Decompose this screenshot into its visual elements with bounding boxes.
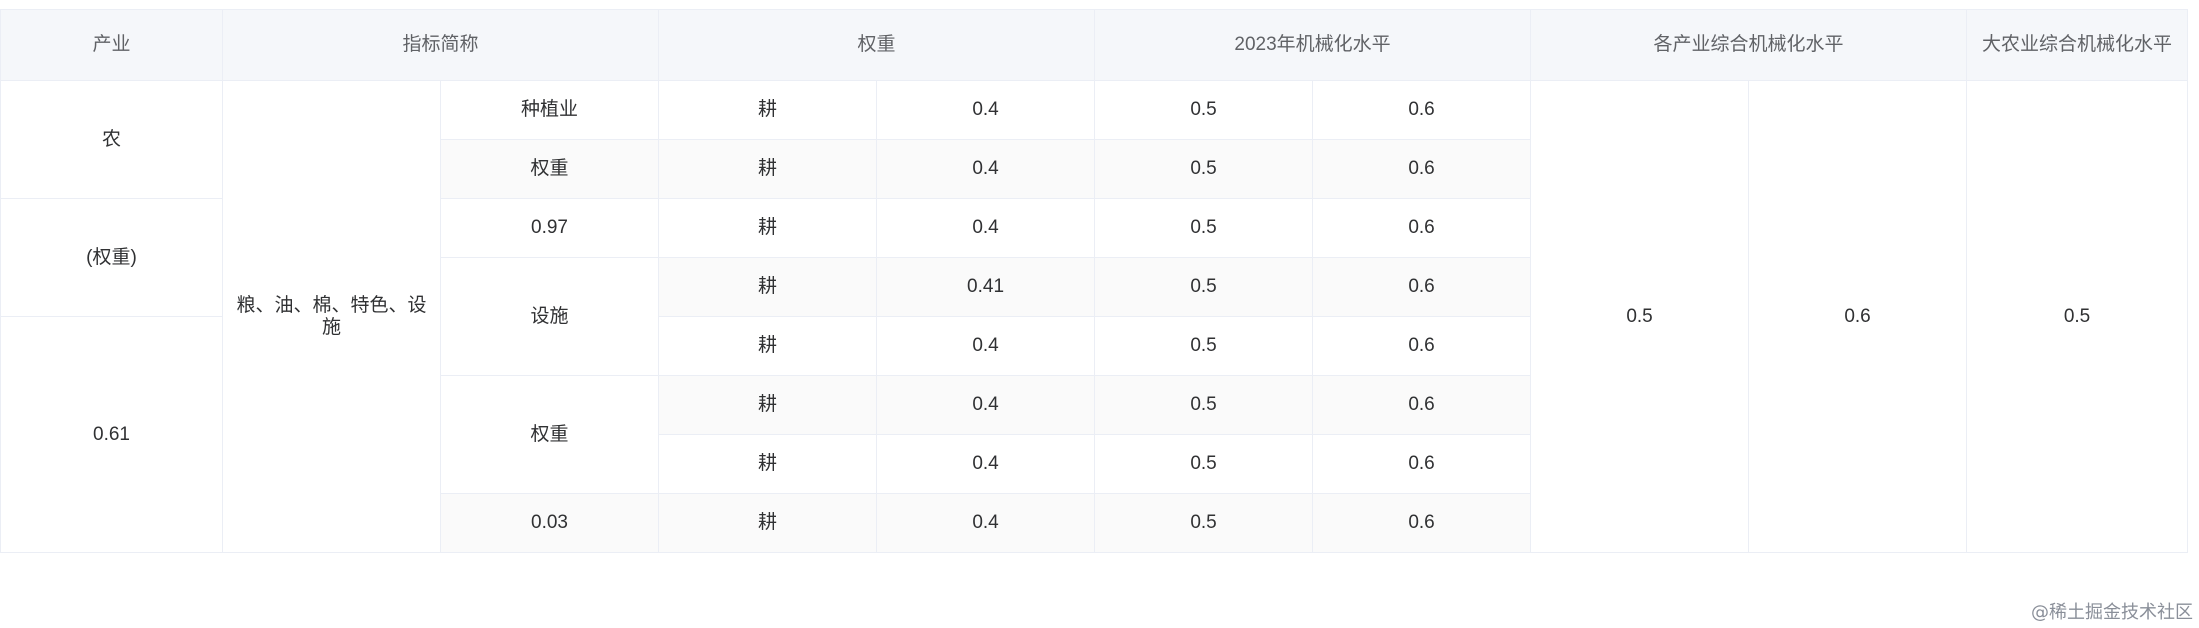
- header-agri-level: 大农业综合机械化水平: [1966, 9, 2189, 81]
- subindustry-cell: 权重: [439, 375, 660, 494]
- level-cell: 0.6: [1312, 139, 1532, 199]
- operation-cell: 耕: [658, 375, 878, 435]
- weight-cell: 0.4: [876, 434, 1096, 494]
- subindustry-cell: 种植业: [439, 80, 660, 140]
- level-cell: 0.5: [1094, 375, 1314, 435]
- operation-cell: 耕: [658, 198, 878, 258]
- level-cell: 0.6: [1312, 493, 1532, 553]
- level-cell: 0.6: [1312, 257, 1532, 317]
- industry-cell: 农: [0, 80, 223, 199]
- header-level-2023: 2023年机械化水平: [1094, 9, 1532, 81]
- subindustry-cell: 设施: [439, 257, 660, 376]
- level-cell: 0.5: [1094, 139, 1314, 199]
- subindustry-cell: 0.03: [439, 493, 660, 553]
- industry-level-cell: 0.6: [1748, 80, 1968, 553]
- subindustry-cell: 权重: [439, 139, 660, 199]
- table-row: 农 粮、油、棉、特色、设施 种植业 耕 0.4 0.5 0.6 0.5 0.6 …: [0, 80, 2189, 553]
- header-weight: 权重: [658, 9, 1096, 81]
- weight-cell: 0.4: [876, 375, 1096, 435]
- industry-cell: 0.61: [0, 316, 223, 553]
- level-cell: 0.6: [1312, 80, 1532, 140]
- weight-cell: 0.4: [876, 316, 1096, 376]
- operation-cell: 耕: [658, 493, 878, 553]
- level-cell: 0.5: [1094, 493, 1314, 553]
- weight-cell: 0.41: [876, 257, 1096, 317]
- operation-cell: 耕: [658, 139, 878, 199]
- level-cell: 0.6: [1312, 375, 1532, 435]
- level-cell: 0.5: [1094, 198, 1314, 258]
- weight-cell: 0.4: [876, 139, 1096, 199]
- level-cell: 0.6: [1312, 198, 1532, 258]
- weight-cell: 0.4: [876, 80, 1096, 140]
- header-industry-level: 各产业综合机械化水平: [1530, 9, 1968, 81]
- data-table: 产业 指标简称 权重 2023年机械化水平 各产业综合机械化水平 大农业综合机械…: [0, 9, 2189, 553]
- level-cell: 0.5: [1094, 257, 1314, 317]
- level-cell: 0.5: [1094, 434, 1314, 494]
- level-cell: 0.6: [1312, 316, 1532, 376]
- level-cell: 0.5: [1094, 316, 1314, 376]
- subindustry-cell: 0.97: [439, 198, 660, 258]
- agri-level-cell: 0.5: [1966, 80, 2189, 553]
- header-industry: 产业: [0, 9, 223, 81]
- indicator-cell: 粮、油、棉、特色、设施: [222, 80, 441, 553]
- operation-cell: 耕: [658, 80, 878, 140]
- industry-level-cell: 0.5: [1530, 80, 1750, 553]
- header-row: 产业 指标简称 权重 2023年机械化水平 各产业综合机械化水平 大农业综合机械…: [0, 9, 2189, 81]
- level-cell: 0.5: [1094, 80, 1314, 140]
- weight-cell: 0.4: [876, 198, 1096, 258]
- operation-cell: 耕: [658, 257, 878, 317]
- weight-cell: 0.4: [876, 493, 1096, 553]
- header-indicator: 指标简称: [221, 9, 660, 81]
- level-cell: 0.6: [1312, 434, 1532, 494]
- operation-cell: 耕: [658, 316, 878, 376]
- operation-cell: 耕: [658, 434, 878, 494]
- industry-cell: (权重): [0, 198, 223, 317]
- watermark: @稀土掘金技术社区: [2031, 602, 2193, 623]
